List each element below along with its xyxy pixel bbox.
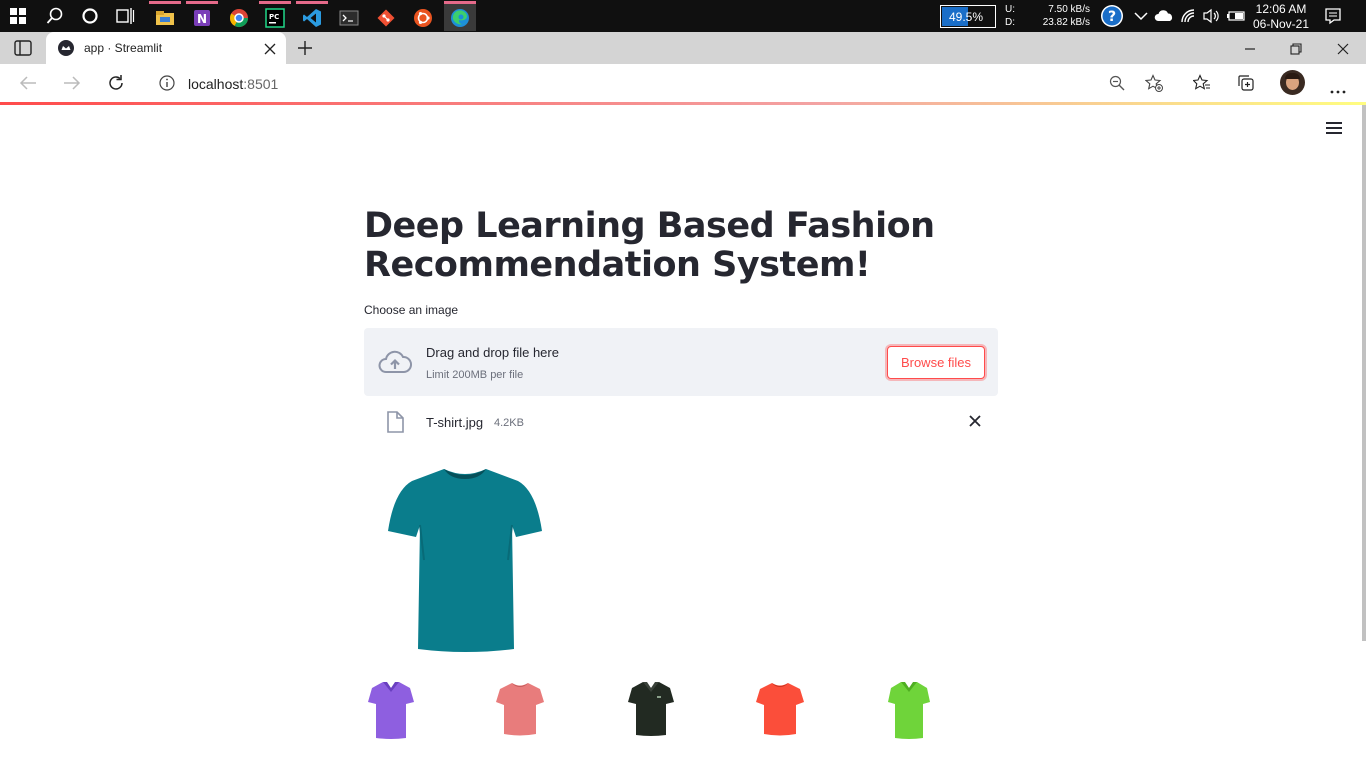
refresh-icon[interactable]	[107, 74, 125, 97]
tab-actions-icon[interactable]	[14, 40, 32, 61]
restore-icon[interactable]	[1290, 42, 1302, 60]
file-size: 4.2KB	[494, 417, 524, 429]
forward-icon[interactable]	[63, 75, 81, 96]
info-icon[interactable]	[159, 75, 175, 96]
recommendation-5	[886, 680, 932, 745]
uploaded-tshirt-image	[386, 465, 544, 658]
url-port: :8501	[243, 76, 279, 92]
windows-start-icon[interactable]	[6, 4, 30, 28]
uploaded-file-item: T-shirt.jpg 4.2KB	[364, 407, 998, 437]
uploader-label: Choose an image	[364, 303, 459, 317]
edge-icon[interactable]	[444, 1, 476, 31]
browser-toolbar: localhost:8501	[0, 64, 1366, 102]
recommendation-3	[626, 680, 676, 743]
back-icon[interactable]	[19, 75, 37, 96]
clock-time[interactable]: 12:06 AM	[1250, 2, 1312, 16]
tab-close-icon[interactable]	[264, 42, 276, 60]
recommendation-2	[494, 680, 546, 743]
svg-text:N: N	[197, 12, 207, 26]
cortana-icon[interactable]	[78, 4, 102, 28]
search-icon[interactable]	[43, 4, 67, 28]
git-icon[interactable]	[370, 1, 402, 31]
streamlit-favicon-icon	[58, 40, 74, 61]
volume-icon[interactable]	[1200, 4, 1224, 28]
net-up-speed: 7.50 kB/s	[1048, 4, 1090, 15]
collections-icon[interactable]	[1237, 74, 1255, 97]
notifications-icon[interactable]	[1321, 4, 1345, 28]
streamlit-app: Deep Learning Based Fashion Recommendati…	[0, 105, 1366, 768]
help-icon[interactable]: ?	[1100, 4, 1124, 28]
tab-streamlit[interactable]: app · Streamlit	[46, 32, 286, 64]
remove-file-icon[interactable]	[967, 413, 983, 429]
file-name: T-shirt.jpg	[426, 415, 484, 430]
vscode-icon[interactable]	[296, 1, 328, 31]
scrollbar[interactable]	[1362, 105, 1366, 641]
zoom-out-icon[interactable]	[1109, 75, 1125, 96]
add-favorite-icon[interactable]	[1144, 74, 1163, 97]
net-down-speed: 23.82 kB/s	[1042, 17, 1090, 28]
battery-percent: 49.5%	[949, 10, 984, 24]
url-host: localhost	[188, 76, 244, 92]
pycharm-icon[interactable]: PC	[259, 1, 291, 31]
dropzone-instructions: Drag and drop file here	[426, 345, 559, 360]
cloud-upload-icon	[378, 348, 412, 381]
file-dropzone[interactable]: Drag and drop file here Limit 200MB per …	[364, 328, 998, 396]
profile-avatar[interactable]	[1280, 70, 1305, 95]
file-icon	[386, 411, 404, 438]
url-text[interactable]: localhost:8501	[188, 76, 278, 92]
wifi-icon[interactable]	[1177, 4, 1201, 28]
terminal-icon[interactable]	[333, 1, 365, 31]
onedrive-icon[interactable]	[1152, 4, 1176, 28]
ubuntu-icon[interactable]	[407, 1, 439, 31]
tab-title: app · Streamlit	[84, 41, 163, 55]
clock-date[interactable]: 06-Nov-21	[1250, 17, 1312, 31]
recommendation-4	[754, 680, 806, 743]
task-view-icon[interactable]	[113, 4, 137, 28]
svg-text:PC: PC	[269, 13, 279, 21]
new-tab-icon[interactable]	[297, 40, 313, 61]
windows-taskbar: N PC 49.5% U: D: 7.50 kB/s 23.82 kB/s ?	[0, 0, 1366, 32]
net-down-label: D:	[1005, 17, 1015, 28]
more-options-icon[interactable]	[1330, 81, 1346, 99]
dropzone-limit: Limit 200MB per file	[426, 369, 524, 381]
svg-text:?: ?	[1108, 9, 1116, 25]
battery-icon[interactable]	[1224, 4, 1248, 28]
address-bar[interactable]: localhost:8501	[145, 68, 1173, 98]
window-close-icon[interactable]	[1337, 42, 1349, 60]
page-title: Deep Learning Based Fashion Recommendati…	[364, 206, 935, 285]
chevron-up-icon[interactable]	[1129, 4, 1153, 28]
favorites-icon[interactable]	[1192, 74, 1211, 97]
net-up-label: U:	[1005, 4, 1015, 15]
file-explorer-icon[interactable]	[149, 1, 181, 31]
browse-files-button[interactable]: Browse files	[887, 346, 985, 379]
battery-meter: 49.5%	[940, 5, 996, 28]
main-menu-icon[interactable]	[1326, 122, 1342, 136]
onenote-icon[interactable]: N	[186, 1, 218, 31]
chrome-icon[interactable]	[223, 1, 255, 31]
browser-tabstrip: app · Streamlit	[0, 32, 1366, 64]
minimize-icon[interactable]	[1244, 42, 1256, 60]
recommendation-1	[366, 680, 416, 745]
